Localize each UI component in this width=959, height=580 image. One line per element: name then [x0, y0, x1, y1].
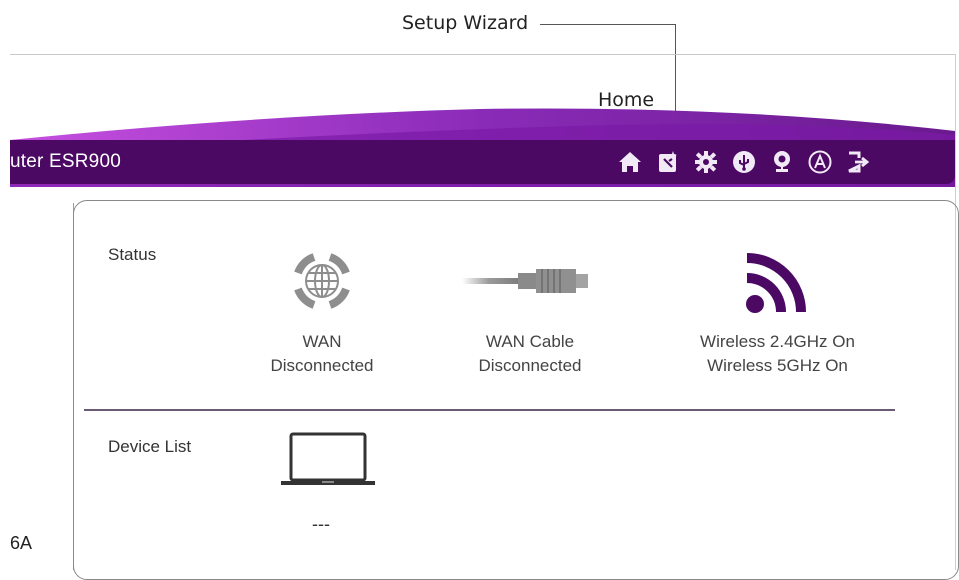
- usb-icon[interactable]: [730, 147, 758, 177]
- wan-cable-line2: Disconnected: [478, 356, 582, 375]
- wifi-icon: [660, 240, 895, 322]
- wireless-line1: Wireless 2.4GHz On: [700, 332, 855, 351]
- product-name: uter ESR900: [10, 151, 121, 172]
- wan-cable-status[interactable]: WAN Cable Disconnected: [450, 240, 610, 378]
- laptop-icon: [270, 430, 385, 495]
- sidebar-partial-text: 6A: [10, 533, 33, 553]
- cable-icon: [450, 240, 610, 322]
- logout-icon[interactable]: [844, 147, 872, 177]
- a-icon[interactable]: [806, 147, 834, 177]
- webcam-icon[interactable]: [768, 147, 796, 177]
- wan-status[interactable]: WAN Disconnected: [242, 240, 402, 378]
- setup-wizard-icon[interactable]: [654, 147, 682, 177]
- wan-status-line1: WAN: [302, 332, 342, 351]
- frame-top-border: [10, 54, 955, 55]
- nav-icon-bar: [616, 147, 872, 177]
- setup-wizard-callout-line: [540, 24, 676, 25]
- device-list-label: Device List: [108, 437, 192, 456]
- setup-wizard-callout: Setup Wizard: [402, 12, 529, 34]
- wan-status-line2: Disconnected: [270, 356, 374, 375]
- device-value: ---: [312, 514, 330, 534]
- wireless-line2: Wireless 5GHz On: [707, 356, 848, 375]
- section-divider: [84, 409, 895, 411]
- wan-cable-line1: WAN Cable: [485, 332, 575, 351]
- globe-icon: [242, 240, 402, 322]
- device-list-item[interactable]: [270, 430, 385, 495]
- status-section-label: Status: [108, 245, 157, 264]
- home-icon[interactable]: [616, 147, 644, 177]
- wireless-status[interactable]: Wireless 2.4GHz On Wireless 5GHz On: [660, 240, 895, 378]
- gear-icon[interactable]: [692, 147, 720, 177]
